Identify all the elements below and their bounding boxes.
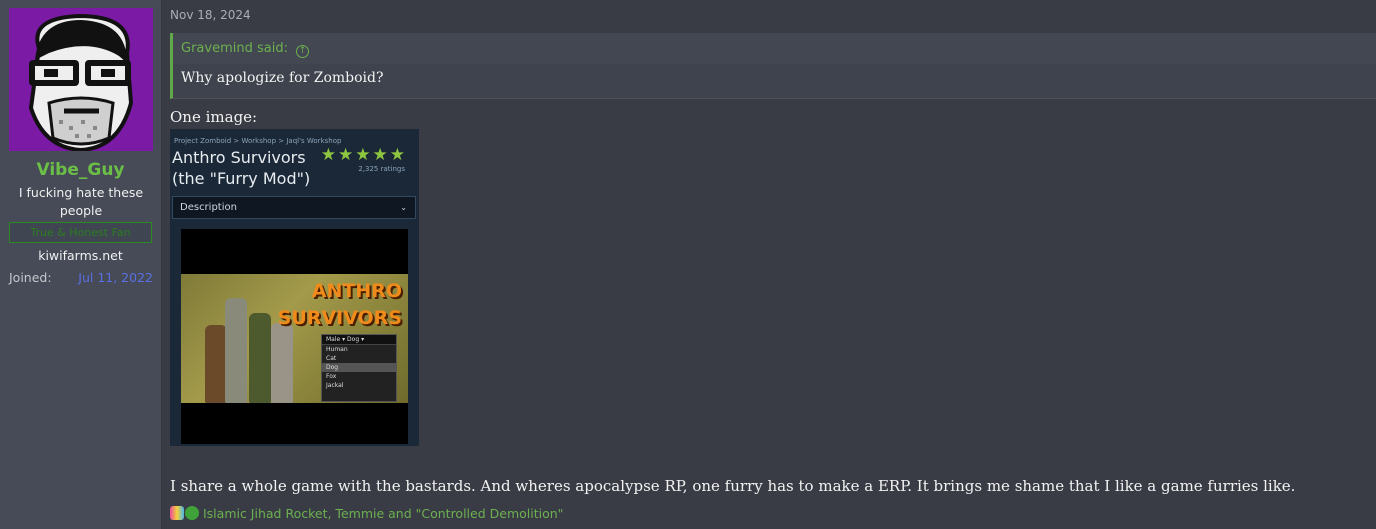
quote-author[interactable]: Gravemind said:	[181, 41, 288, 56]
dropdown-option: Dog	[322, 363, 396, 372]
username[interactable]: Vibe_Guy	[0, 160, 161, 180]
dropdown-option: Cat	[326, 355, 337, 362]
character-figure	[249, 313, 271, 403]
gender-select: Male	[326, 336, 341, 343]
embed-breadcrumb: Project Zomboid > Workshop > Jaql's Work…	[174, 137, 342, 145]
arrow-up-icon[interactable]: ↑	[296, 45, 310, 58]
species-dropdown: Male ▾ Dog ▾ Human Cat Dog Fox Jackal	[321, 334, 397, 402]
user-sidebar: Vibe_Guy I fucking hate these people Tru…	[0, 0, 162, 529]
post-text-line-1: One image:	[170, 108, 258, 126]
site-label: kiwifarms.net	[38, 248, 123, 263]
embed-title: Anthro Survivors (the "Furry Mod")	[172, 148, 311, 188]
game-title: ANTHRO SURVIVORS	[278, 278, 402, 332]
game-title-line-2: SURVIVORS	[277, 307, 402, 329]
joined-date: Jul 11, 2022	[78, 270, 153, 285]
avatar-image	[9, 8, 153, 151]
game-title-line-1: ANTHRO	[311, 280, 402, 302]
embed-video: ANTHRO SURVIVORS Male ▾ Dog ▾ Human Cat …	[181, 229, 408, 444]
quote-block: Gravemind said: ↑ Why apologize for Zomb…	[170, 33, 1376, 99]
rocket-reaction-icon[interactable]	[170, 506, 184, 520]
dropdown-option: Jackal	[326, 382, 344, 389]
chevron-down-icon: ⌄	[400, 203, 407, 212]
character-figure	[225, 298, 247, 403]
character-figure	[271, 323, 293, 403]
quote-header[interactable]: Gravemind said: ↑	[173, 33, 1376, 64]
dropdown-option: Human	[326, 346, 348, 353]
embed-description-dropdown: Description ⌄	[172, 196, 416, 219]
reactions-bar[interactable]: Islamic Jihad Rocket, Temmie and "Contro…	[170, 506, 563, 521]
recycle-reaction-icon[interactable]	[185, 506, 199, 520]
user-title: I fucking hate these people	[18, 185, 144, 218]
embed-description-label: Description	[180, 202, 237, 213]
dropdown-header: Male ▾ Dog ▾	[322, 335, 396, 345]
user-banner: True & Honest Fan	[9, 222, 152, 243]
avatar[interactable]	[9, 8, 153, 151]
post-date[interactable]: Nov 18, 2024	[170, 8, 251, 22]
species-select: Dog	[347, 336, 360, 343]
character-figure	[205, 325, 227, 403]
embedded-image[interactable]: Project Zomboid > Workshop > Jaql's Work…	[170, 129, 419, 446]
joined-label: Joined:	[9, 270, 52, 285]
embed-ratings: 2,325 ratings	[358, 165, 405, 173]
rating-stars-icon: ★★★★★	[320, 145, 407, 165]
game-art: ANTHRO SURVIVORS Male ▾ Dog ▾ Human Cat …	[181, 274, 408, 403]
dropdown-option: Fox	[326, 373, 337, 380]
post-text-line-2: I share a whole game with the bastards. …	[170, 477, 1296, 495]
reactions-list[interactable]: Islamic Jihad Rocket, Temmie and "Contro…	[203, 506, 563, 521]
quote-text: Why apologize for Zomboid?	[181, 70, 384, 86]
